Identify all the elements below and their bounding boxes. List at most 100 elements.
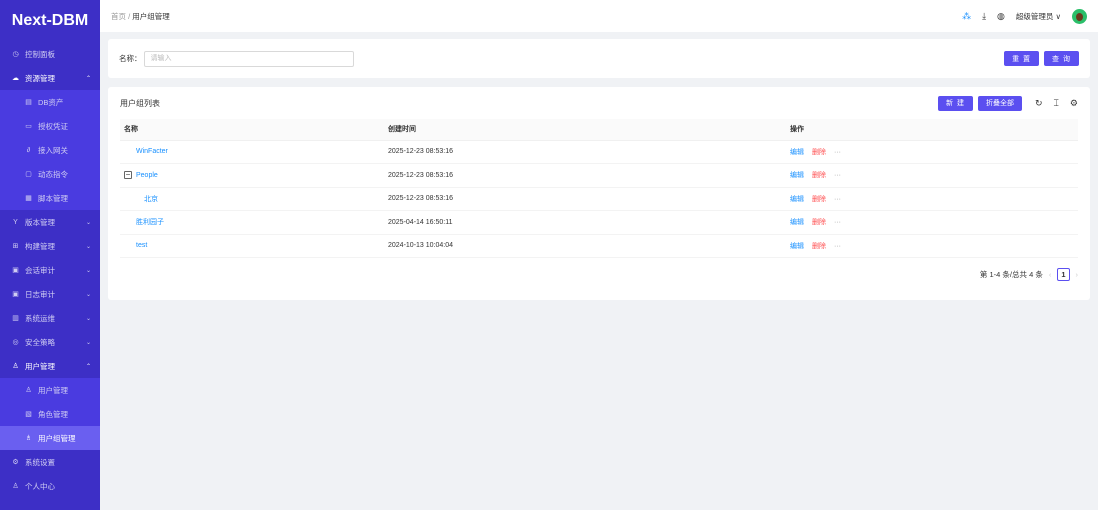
- settings-icon[interactable]: ⚙: [1070, 98, 1078, 109]
- username: 超级管理员: [1015, 11, 1054, 21]
- delete-link[interactable]: 删除: [812, 172, 826, 179]
- edit-link[interactable]: 编辑: [790, 243, 804, 250]
- sidebar-item-11[interactable]: ▥ 系统运维 ⌄: [0, 306, 100, 330]
- sidebar-item-6[interactable]: ▦ 脚本管理: [0, 186, 100, 210]
- edit-link[interactable]: 编辑: [790, 196, 804, 203]
- col-created: 创建时间: [384, 119, 786, 141]
- breadcrumb-home[interactable]: 首页: [111, 12, 126, 21]
- more-icon[interactable]: ···: [834, 149, 841, 156]
- cluster-icon[interactable]: ⁂: [962, 11, 971, 22]
- sidebar-item-label: 安全策略: [25, 337, 55, 347]
- sidebar-item-label: 日志审计: [25, 289, 55, 299]
- chevron-down-icon: ⌄: [85, 267, 91, 274]
- edit-link[interactable]: 编辑: [790, 219, 804, 226]
- table-row: WinFacter 2025-12-23 08:53:16 编辑 删除 ···: [120, 140, 1078, 164]
- page-1[interactable]: 1: [1057, 268, 1070, 281]
- chevron-down-icon: ⌄: [85, 339, 91, 346]
- cloud-icon: ☁: [12, 75, 19, 82]
- sidebar-item-13[interactable]: ♙ 用户管理 ⌃: [0, 354, 100, 378]
- delete-link[interactable]: 删除: [812, 243, 826, 250]
- breadcrumb: 首页 / 用户组管理: [111, 11, 170, 21]
- sidebar-item-14[interactable]: ♙ 用户管理: [0, 378, 100, 402]
- sidebar-item-label: 控制面板: [25, 49, 55, 59]
- role-icon: ▧: [25, 411, 32, 418]
- sidebar-item-label: 用户管理: [38, 385, 68, 395]
- ops-icon: ▥: [12, 315, 19, 322]
- branch-icon: Y: [13, 218, 18, 226]
- avatar[interactable]: [1072, 8, 1087, 24]
- created-time: 2025-04-14 16:50:11: [384, 210, 786, 235]
- code-icon: ▢: [25, 171, 32, 178]
- more-icon[interactable]: ···: [834, 219, 841, 226]
- sidebar-item-16[interactable]: ♗ 用户组管理: [0, 426, 100, 450]
- sidebar-item-label: DB资产: [38, 97, 64, 107]
- sidebar-item-label: 会话审计: [25, 265, 55, 275]
- user-icon: ♙: [25, 387, 32, 394]
- pagination-summary: 第 1-4 条/总共 4 条: [979, 270, 1043, 279]
- build-icon: ⊞: [12, 243, 19, 250]
- sidebar-item-label: 脚本管理: [38, 193, 68, 203]
- chevron-down-icon: ⌄: [85, 219, 91, 226]
- top-header: 首页 / 用户组管理 ⁂ ⤓ ◍ 超级管理员 ∨: [100, 0, 1098, 32]
- chevron-down-icon: ⌄: [85, 243, 91, 250]
- table-row: 胜利园子 2025-04-14 16:50:11 编辑 删除 ···: [120, 210, 1078, 235]
- delete-link[interactable]: 删除: [812, 196, 826, 203]
- query-button[interactable]: 查 询: [1044, 51, 1079, 66]
- sidebar-item-8[interactable]: ⊞ 构建管理 ⌄: [0, 234, 100, 258]
- sidebar-item-2[interactable]: ▤ DB资产: [0, 90, 100, 114]
- sidebar-item-15[interactable]: ▧ 角色管理: [0, 402, 100, 426]
- sidebar-item-4[interactable]: ∂ 接入网关: [0, 138, 100, 162]
- next-page-icon[interactable]: ›: [1076, 270, 1079, 279]
- table-card: 用户组列表 新 建 折叠全部 ↻ ⌶ ⚙ 名称 创建时间 操作 WinFacte…: [108, 87, 1090, 300]
- group-name-link[interactable]: test: [136, 242, 147, 249]
- sidebar-item-3[interactable]: ▭ 授权凭证: [0, 114, 100, 138]
- logo: Next-DBM: [11, 12, 89, 29]
- collapse-all-button[interactable]: 折叠全部: [977, 95, 1022, 111]
- sidebar-item-12[interactable]: ◎ 安全策略 ⌄: [0, 330, 100, 354]
- col-actions: 操作: [786, 119, 1078, 141]
- more-icon[interactable]: ···: [834, 196, 841, 203]
- new-button[interactable]: 新 建: [938, 95, 973, 111]
- collapse-icon[interactable]: −: [124, 171, 132, 180]
- download-icon[interactable]: ⤓: [982, 11, 986, 22]
- user-menu[interactable]: 超级管理员 ∨: [1016, 11, 1061, 22]
- chevron-down-icon: ⌄: [85, 291, 91, 298]
- sidebar-item-0[interactable]: ◷ 控制面板: [0, 42, 100, 66]
- group-name-link[interactable]: 北京: [144, 196, 158, 203]
- sidebar-item-9[interactable]: ▣ 会话审计 ⌄: [0, 258, 100, 282]
- delete-link[interactable]: 删除: [812, 149, 826, 156]
- name-input[interactable]: [143, 50, 354, 67]
- edit-link[interactable]: 编辑: [790, 172, 804, 179]
- group-name-link[interactable]: WinFacter: [136, 148, 168, 155]
- edit-link[interactable]: 编辑: [790, 149, 804, 156]
- sidebar-item-7[interactable]: Y 版本管理 ⌄: [0, 210, 100, 234]
- sidebar-item-label: 资源管理: [25, 73, 55, 83]
- credential-icon: ▭: [25, 123, 32, 130]
- sidebar-item-label: 系统运维: [25, 313, 55, 323]
- name-label: 名称：: [119, 54, 142, 63]
- globe-icon[interactable]: ◍: [997, 11, 1005, 22]
- search-card: 名称： 重 置 查 询: [108, 39, 1090, 78]
- created-time: 2025-12-23 08:53:16: [384, 187, 786, 211]
- refresh-icon[interactable]: ↻: [1035, 98, 1043, 109]
- more-icon[interactable]: ···: [834, 243, 841, 250]
- prev-page-icon[interactable]: ‹: [1049, 270, 1052, 279]
- delete-link[interactable]: 删除: [812, 219, 826, 226]
- group-name-link[interactable]: People: [136, 172, 158, 179]
- density-icon[interactable]: ⌶: [1054, 98, 1059, 109]
- more-icon[interactable]: ···: [834, 172, 841, 179]
- sidebar-item-label: 系统设置: [25, 457, 55, 467]
- sidebar-item-17[interactable]: ⚙ 系统设置: [0, 450, 100, 474]
- sidebar-item-5[interactable]: ▢ 动态指令: [0, 162, 100, 186]
- group-name-link[interactable]: 胜利园子: [136, 219, 164, 226]
- database-icon: ▤: [25, 99, 32, 106]
- sidebar-item-label: 个人中心: [25, 481, 55, 491]
- sidebar-item-1[interactable]: ☁ 资源管理 ⌃: [0, 66, 100, 90]
- sidebar-item-10[interactable]: ▣ 日志审计 ⌄: [0, 282, 100, 306]
- reset-button[interactable]: 重 置: [1004, 51, 1040, 66]
- sidebar-item-label: 用户管理: [25, 361, 55, 371]
- table-row: 北京 2025-12-23 08:53:16 编辑 删除 ···: [120, 187, 1078, 211]
- group-table: 名称 创建时间 操作 WinFacter 2025-12-23 08:53:16…: [120, 119, 1078, 258]
- shield-icon: ◎: [12, 339, 19, 346]
- sidebar-item-18[interactable]: ♙ 个人中心: [0, 474, 100, 498]
